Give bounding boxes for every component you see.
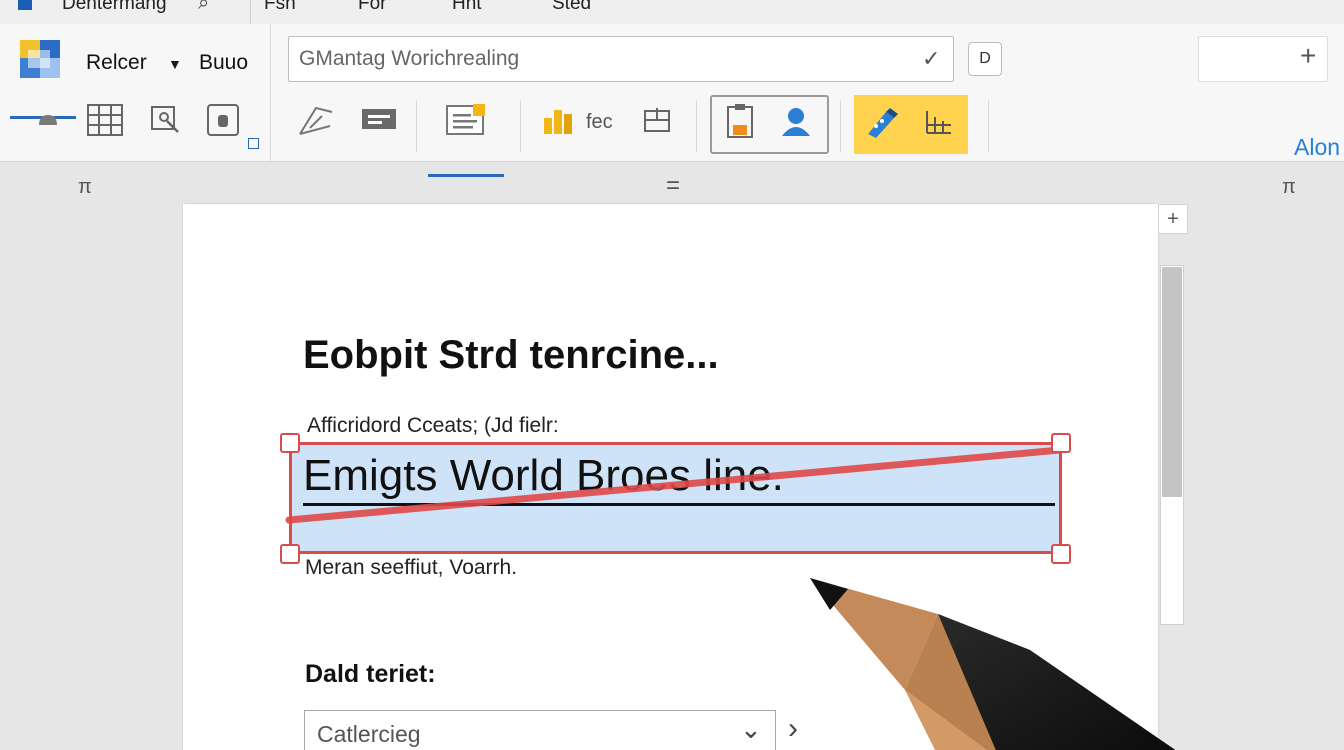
highlighter-icon[interactable] — [862, 102, 900, 142]
divider — [988, 100, 989, 152]
text-tool-label[interactable]: fec — [586, 111, 613, 134]
chevron-down-icon[interactable]: ⌄ — [740, 714, 762, 745]
chevron-right-icon[interactable]: › — [788, 712, 798, 746]
font-size-dropdown[interactable]: Buuo — [199, 51, 248, 75]
divider — [270, 24, 271, 162]
tab-format[interactable]: For — [358, 0, 387, 15]
text-box-icon[interactable] — [444, 100, 490, 140]
chart-icon[interactable] — [542, 100, 576, 140]
divider — [250, 0, 251, 24]
grid-icon[interactable] — [920, 102, 956, 142]
clipboard-icon[interactable] — [722, 102, 758, 142]
search-icon[interactable]: ⌕ — [198, 0, 209, 15]
scrollbar-thumb[interactable] — [1162, 267, 1182, 497]
divider — [416, 100, 417, 152]
add-page-button[interactable]: + — [1158, 204, 1188, 234]
ruler-marker-center[interactable]: = — [666, 172, 680, 200]
selected-text[interactable]: Emigts World Broes line. — [303, 451, 784, 501]
check-icon[interactable]: ✓ — [922, 46, 940, 72]
ruler-marker-right[interactable]: π — [1282, 176, 1296, 199]
field-label: Dald teriet: — [305, 660, 436, 688]
align-button[interactable]: Alon — [1294, 134, 1340, 161]
document-body-text[interactable]: Meran seeffiut, Voarrh. — [305, 556, 517, 580]
tab-style[interactable]: Sted — [552, 0, 591, 15]
comment-icon[interactable] — [360, 100, 398, 140]
resize-handle-top-left[interactable] — [280, 433, 300, 453]
chevron-down-icon[interactable]: ▼ — [168, 56, 182, 72]
layout-icon[interactable] — [640, 100, 674, 140]
title-bar: Dentermang ⌕ Fsh For Hht Sted — [0, 0, 1344, 24]
zoom-icon[interactable] — [150, 100, 182, 140]
image-icon[interactable] — [206, 100, 242, 140]
resize-handle-bottom-left[interactable] — [280, 544, 300, 564]
app-logo-icon[interactable] — [18, 38, 66, 82]
divider — [520, 100, 521, 152]
plus-icon[interactable]: + — [1300, 40, 1316, 72]
resize-handle-bottom-right[interactable] — [1051, 544, 1071, 564]
user-icon[interactable] — [778, 102, 814, 142]
resize-handle-top-right[interactable] — [1051, 433, 1071, 453]
active-indicator — [428, 174, 504, 177]
app-icon — [18, 0, 32, 10]
window-title: Dentermang — [62, 0, 167, 14]
divider — [696, 100, 697, 152]
document-heading[interactable]: Eobpit Strd tenrcine... — [303, 333, 719, 378]
font-name-dropdown[interactable]: Relcer — [86, 51, 147, 75]
ribbon: Relcer ▼ Buuo ✓ D + fec — [0, 24, 1344, 177]
shape-icon[interactable] — [34, 100, 62, 140]
document-name-input[interactable] — [288, 36, 954, 82]
ruler-marker-left[interactable]: π — [78, 176, 92, 199]
category-dropdown[interactable]: Catlercieg — [304, 710, 776, 750]
text-underline — [303, 503, 1055, 506]
divider — [840, 100, 841, 152]
tab-insert[interactable]: Hht — [452, 0, 482, 15]
document-button[interactable]: D — [968, 42, 1002, 76]
more-options-icon[interactable] — [248, 138, 259, 149]
tab-file[interactable]: Fsh — [264, 0, 296, 15]
table-icon[interactable] — [86, 100, 124, 140]
document-caption[interactable]: Afficridord Cceats; (Jd fielr: — [307, 414, 559, 438]
draw-icon[interactable] — [296, 100, 336, 140]
